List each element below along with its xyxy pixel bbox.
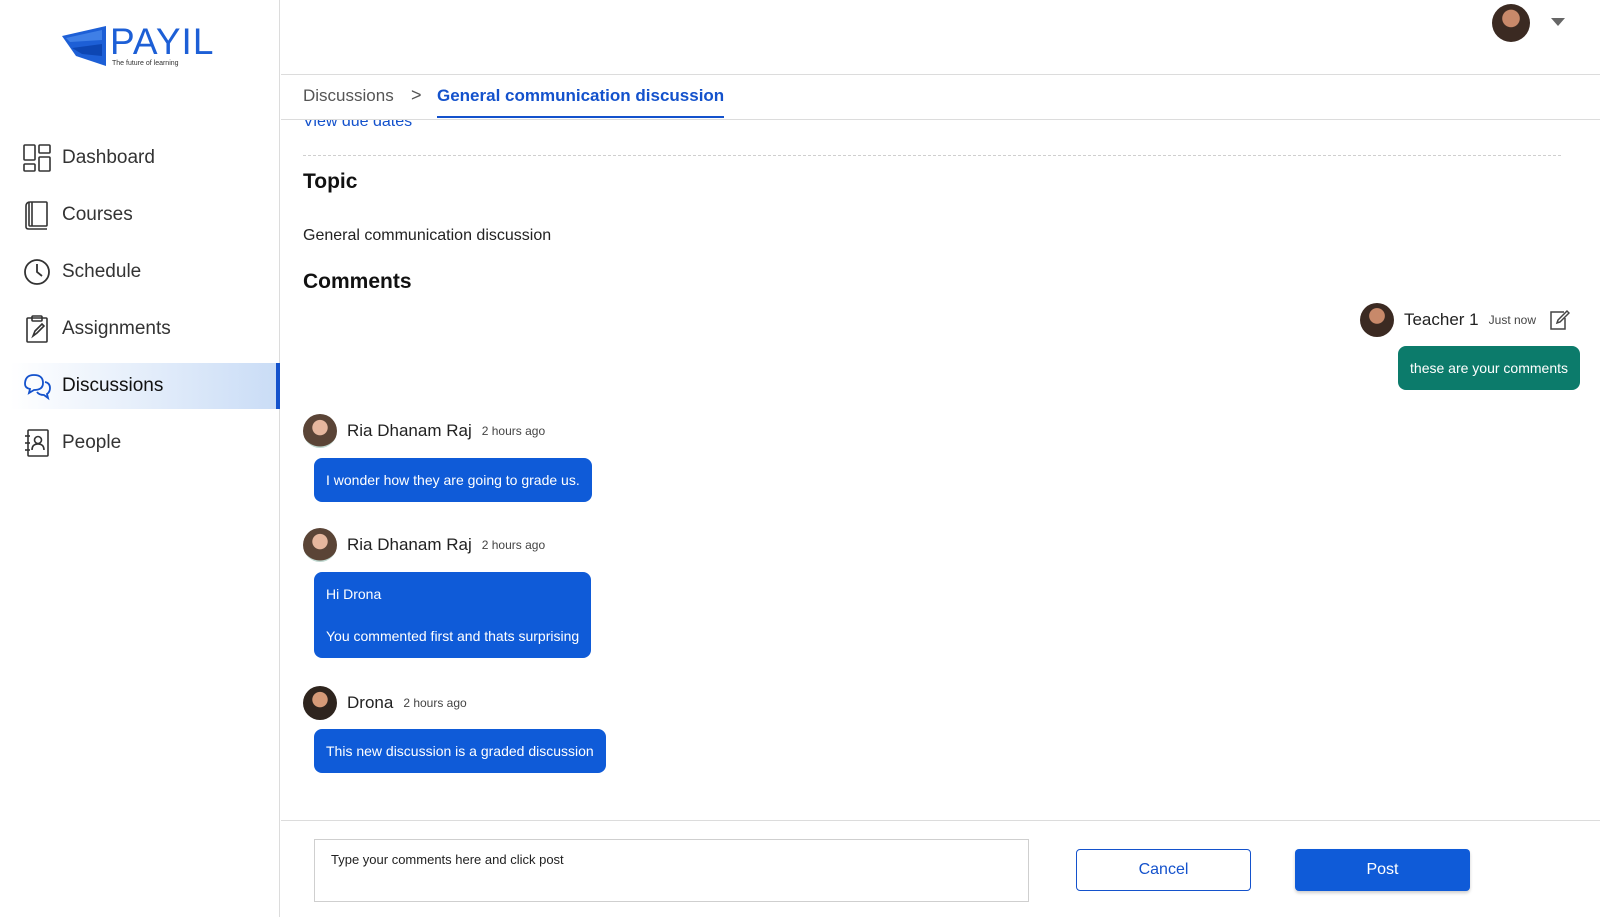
logo-text: PAYIL: [110, 21, 215, 62]
topic-text: General communication discussion: [303, 227, 552, 244]
post-button[interactable]: Post: [1295, 849, 1470, 891]
comment-text: these are your comments: [1410, 360, 1568, 376]
comment-text: This new discussion is a graded discussi…: [326, 743, 594, 759]
comment-author: Teacher 1: [1403, 310, 1479, 329]
sidebar-nav: Dashboard Courses Schedule Assignments D…: [0, 135, 280, 477]
chevron-right-icon: >: [411, 85, 422, 105]
sidebar-item-label: People: [62, 432, 122, 453]
comment-time: Just now: [1488, 313, 1536, 327]
comment-text: You commented first and thats surprising: [326, 628, 580, 644]
chevron-down-icon[interactable]: [1551, 18, 1565, 26]
comment-header: Teacher 1 Just now: [1359, 303, 1570, 337]
avatar: [303, 686, 337, 720]
clipboard-icon: [22, 314, 52, 344]
sidebar-item-schedule[interactable]: Schedule: [0, 249, 280, 295]
sidebar-item-label: Assignments: [62, 318, 171, 339]
contact-book-icon: [22, 428, 52, 458]
comment-author: Ria Dhanam Raj: [347, 421, 472, 440]
comment-bubble: I wonder how they are going to grade us.: [314, 458, 592, 502]
comment-bubble: Hi Drona You commented first and thats s…: [314, 572, 592, 658]
clock-icon: [22, 257, 52, 287]
sidebar-item-dashboard[interactable]: Dashboard: [0, 135, 280, 181]
app-root: PAYIL The future of learning Dashboard C…: [0, 0, 1600, 917]
sidebar: PAYIL The future of learning Dashboard C…: [0, 0, 280, 917]
comment-author: Ria Dhanam Raj: [347, 535, 472, 554]
user-avatar[interactable]: [1492, 4, 1530, 42]
comment-header: Ria Dhanam Raj 2 hours ago: [303, 528, 545, 562]
comment-bubble: This new discussion is a graded discussi…: [314, 729, 606, 773]
avatar: [1359, 303, 1394, 337]
breadcrumb: Discussions > General communication disc…: [281, 75, 1600, 120]
edit-icon[interactable]: [1548, 309, 1570, 331]
sidebar-item-courses[interactable]: Courses: [0, 192, 280, 238]
comment-composer: Type your comments here and click post C…: [281, 820, 1600, 917]
sidebar-item-discussions[interactable]: Discussions: [10, 363, 280, 409]
logo-tagline: The future of learning: [112, 60, 179, 67]
topic-heading: Topic: [303, 170, 358, 193]
book-icon: [22, 200, 52, 230]
comment-time: 2 hours ago: [481, 538, 546, 552]
comment-text: Hi Drona: [326, 586, 382, 602]
comment-text: I wonder how they are going to grade us.: [326, 472, 580, 488]
sidebar-item-label: Courses: [62, 204, 133, 225]
sidebar-item-people[interactable]: People: [0, 420, 280, 466]
comment-bubble: these are your comments: [1398, 346, 1580, 390]
comment-time: 2 hours ago: [403, 696, 467, 710]
sidebar-item-label: Dashboard: [62, 147, 155, 168]
discussion-content: View due dates Topic General communicati…: [281, 120, 1600, 820]
cancel-button[interactable]: Cancel: [1076, 849, 1251, 891]
logo-mark-icon: [62, 26, 106, 66]
comment-header: Ria Dhanam Raj 2 hours ago: [303, 414, 545, 448]
avatar: [303, 414, 337, 448]
chat-bubbles-icon: [22, 371, 52, 401]
breadcrumb-current: General communication discussion: [437, 86, 725, 118]
sidebar-item-label: Discussions: [62, 375, 164, 396]
breadcrumb-parent-link[interactable]: Discussions: [303, 86, 394, 106]
comment-time: 2 hours ago: [481, 424, 546, 438]
comment-input[interactable]: Type your comments here and click post: [314, 839, 1029, 902]
top-bar: [281, 0, 1600, 75]
comment-author: Drona: [347, 693, 394, 712]
sidebar-item-label: Schedule: [62, 261, 142, 282]
logo[interactable]: PAYIL The future of learning: [62, 22, 222, 72]
divider: [303, 155, 1561, 156]
dashboard-icon: [22, 143, 52, 173]
view-due-dates-link[interactable]: View due dates: [303, 120, 412, 131]
comments-heading: Comments: [303, 270, 412, 293]
comment-header: Drona 2 hours ago: [303, 686, 467, 720]
avatar: [303, 528, 337, 562]
sidebar-item-assignments[interactable]: Assignments: [0, 306, 280, 352]
